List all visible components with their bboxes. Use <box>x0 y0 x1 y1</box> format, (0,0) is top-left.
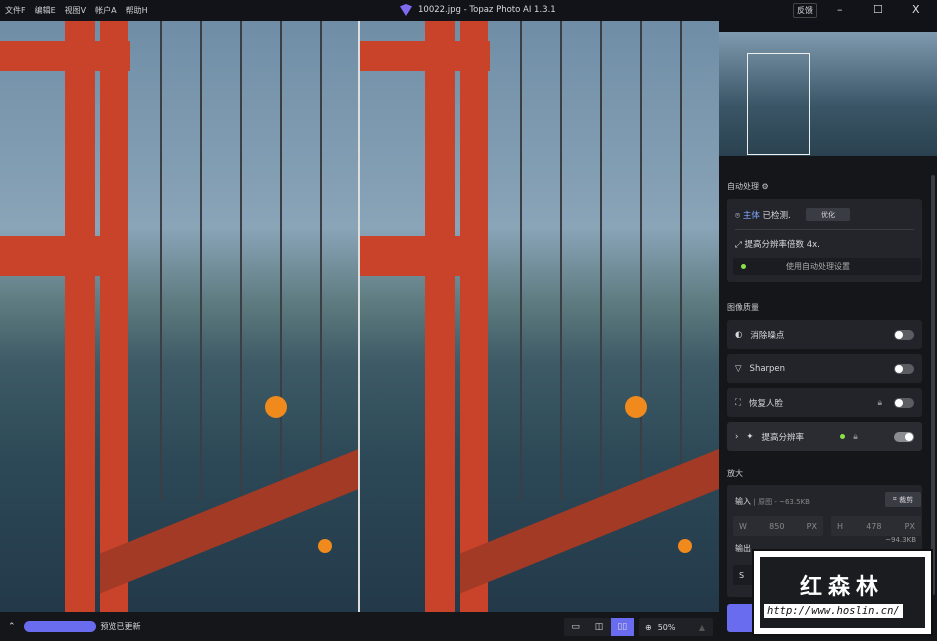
progress-bar <box>23 621 96 632</box>
watermark-url: http://www.hoslin.cn/ <box>764 604 903 618</box>
optimize-button[interactable]: 优化 <box>806 208 850 221</box>
maximize-button[interactable]: ☐ <box>873 3 883 16</box>
menu-edit[interactable]: 编辑E <box>35 5 56 16</box>
auto-heading-row: 自动处理 ⚙ <box>727 181 769 192</box>
status-text: 预览已更新 <box>100 622 141 631</box>
face-label: 恢复人脸 <box>748 398 783 409</box>
height-field[interactable]: H 478 PX <box>831 516 921 536</box>
split-view-icon[interactable]: ◫ <box>587 618 610 636</box>
detected-label: 已检测. <box>762 211 791 221</box>
auto-card: ⌾ 主体 已检测. 优化 ⤢ 提高分辨率倍数 4x. 使用自动处理设置 <box>727 199 922 282</box>
menu-file[interactable]: 文件F <box>5 5 26 16</box>
gear-icon[interactable]: ⚙ <box>762 182 769 191</box>
minimize-button[interactable]: – <box>837 3 843 16</box>
close-button[interactable]: X <box>912 3 920 16</box>
subject-label: 主体 <box>742 211 760 221</box>
watermark-name: 红森林 <box>800 575 885 600</box>
use-auto-button[interactable]: 使用自动处理设置 <box>733 258 921 275</box>
crop-icon: ⌗ <box>892 495 897 503</box>
side-by-side-icon[interactable]: ▯▯ <box>610 618 634 636</box>
enlarge-heading: 放大 <box>727 469 743 478</box>
upscale-label: 提高分辨率 <box>761 432 805 443</box>
view-mode-group: ▭ ◫ ▯▯ <box>564 618 634 636</box>
output-info: ~94.3KB <box>883 536 918 545</box>
original-preview[interactable] <box>0 21 358 612</box>
zoom-up-icon[interactable]: ▲ <box>699 623 705 632</box>
denoise-label: 消除噪点 <box>750 330 785 341</box>
title-bar: 文件F 编辑E 视图V 帐户A 帮助H 10022.jpg - Topaz Ph… <box>0 0 937 21</box>
quality-heading: 图像质量 <box>727 303 759 312</box>
width-field[interactable]: W 850 PX <box>733 516 823 536</box>
processed-preview[interactable] <box>360 21 719 612</box>
watermark: 红森林 http://www.hoslin.cn/ <box>752 549 933 636</box>
auto-heading: 自动处理 <box>727 182 759 191</box>
panel-scrollbar[interactable] <box>931 175 935 595</box>
upscale-toggle[interactable] <box>893 431 914 442</box>
sharpen-label: Sharpen <box>749 363 786 374</box>
denoise-icon: ◐ <box>735 329 743 340</box>
h-value: 478 <box>866 521 882 531</box>
expand-icon: ⤢ <box>735 240 742 250</box>
zoom-value: 50% <box>657 622 676 632</box>
s-label: S <box>739 570 745 580</box>
single-view-icon[interactable]: ▭ <box>564 618 587 636</box>
w-unit: PX <box>806 521 817 531</box>
upscale-text: 提高分辨率倍数 <box>744 240 805 250</box>
w-label: W <box>739 521 747 531</box>
app-logo-icon <box>400 4 412 16</box>
lock-icon: 🔒︎ <box>877 397 882 408</box>
menu-bar: 文件F 编辑E 视图V 帐户A 帮助H <box>0 5 148 16</box>
feedback-button[interactable]: 反馈 <box>793 3 817 18</box>
bottom-bar: ⌃ 预览已更新 ▭ ◫ ▯▯ ⊕ 50% ▲ <box>0 612 719 641</box>
face-toggle[interactable] <box>894 397 914 408</box>
zoom-control[interactable]: ⊕ 50% ▲ <box>639 618 713 636</box>
face-icon: ⛶ <box>735 397 741 408</box>
w-value: 850 <box>769 521 785 531</box>
menu-help[interactable]: 帮助H <box>126 5 148 16</box>
input-label: 输入 <box>735 497 751 506</box>
menu-view[interactable]: 视图V <box>65 5 86 16</box>
sharpen-toggle[interactable] <box>894 363 914 374</box>
menu-account[interactable]: 帐户A <box>95 5 116 16</box>
window-title: 10022.jpg - Topaz Photo AI 1.3.1 <box>418 5 556 15</box>
row-denoise[interactable]: ◐ 消除噪点 <box>727 320 922 349</box>
zoom-icon: ⊕ <box>645 622 652 632</box>
subject-icon: ⌾ <box>735 211 741 221</box>
navigator-viewport[interactable] <box>747 53 810 155</box>
chevron-up-icon[interactable]: ⌃ <box>8 622 16 632</box>
upscale-factor: 4x. <box>806 240 820 250</box>
input-info: | 原图 - ~63.5KB <box>753 498 810 506</box>
crop-label: 裁剪 <box>899 495 914 504</box>
row-sharpen[interactable]: ▽ Sharpen <box>727 354 922 383</box>
h-label: H <box>837 521 844 531</box>
status-dot <box>741 264 746 269</box>
chevron-right-icon[interactable]: › <box>735 432 738 442</box>
sparkle-icon: ✦ <box>746 431 754 442</box>
h-unit: PX <box>904 521 915 531</box>
lock-icon: 🔒︎ <box>853 431 858 442</box>
use-auto-label: 使用自动处理设置 <box>786 262 850 271</box>
row-face[interactable]: ⛶ 恢复人脸 🔒︎ <box>727 388 922 417</box>
output-label: 输出 <box>735 544 751 553</box>
crop-button[interactable]: ⌗ 裁剪 <box>885 492 921 507</box>
sharpen-icon: ▽ <box>735 363 742 374</box>
row-upscale[interactable]: › ✦ 提高分辨率 🔒︎ <box>727 422 922 451</box>
active-dot <box>840 434 846 439</box>
denoise-toggle[interactable] <box>894 329 914 340</box>
divider <box>735 229 914 230</box>
